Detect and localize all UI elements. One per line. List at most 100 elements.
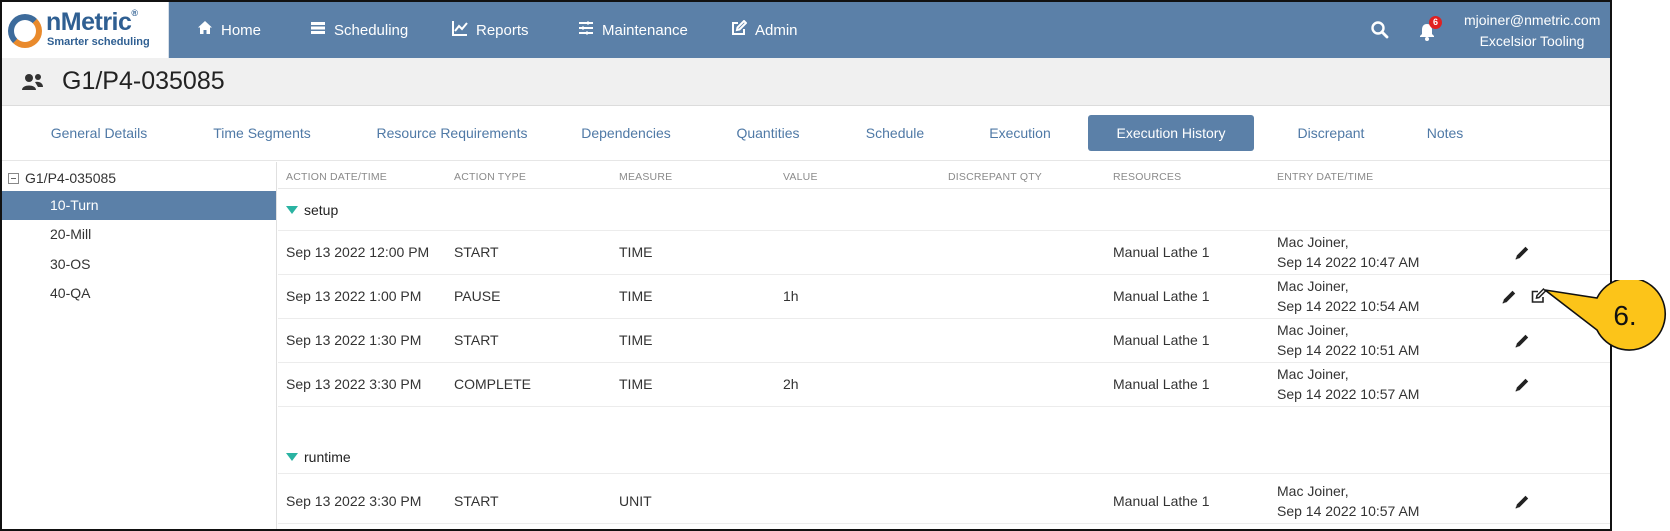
col-header-action-date[interactable]: ACTION DATE/TIME [286, 171, 387, 183]
users-icon [22, 74, 43, 90]
cell-action-type: PAUSE [454, 288, 501, 304]
cell-action-type: START [454, 332, 499, 348]
edit-row-button[interactable] [1513, 376, 1531, 394]
pencil-icon [1502, 290, 1516, 304]
tab-time-segments[interactable]: Time Segments [202, 115, 322, 151]
home-icon [197, 20, 213, 40]
notifications-button[interactable]: 6 [1417, 16, 1443, 42]
cell-entry-user: Mac Joiner, [1277, 322, 1349, 338]
cell-resource: Manual Lathe 1 [1113, 288, 1210, 304]
search-button[interactable] [1370, 20, 1390, 40]
cell-entry-date: Sep 14 2022 10:47 AM [1277, 254, 1420, 270]
cell-action-type: START [454, 493, 499, 509]
cell-value: 1h [783, 288, 799, 304]
tab-notes[interactable]: Notes [1414, 115, 1476, 151]
tab-dependencies[interactable]: Dependencies [572, 115, 680, 151]
table-row[interactable]: Sep 13 2022 12:00 PM START TIME Manual L… [278, 231, 1610, 275]
cell-measure: TIME [619, 332, 653, 348]
table-row[interactable]: Sep 13 2022 1:00 PM PAUSE TIME 1h Manual… [278, 275, 1610, 319]
cell-entry-user: Mac Joiner, [1277, 483, 1349, 499]
cell-action-date: Sep 13 2022 12:00 PM [286, 244, 430, 260]
company-name: Excelsior Tooling [1479, 33, 1585, 49]
cell-entry-user: Mac Joiner, [1277, 234, 1349, 250]
top-nav-bar: nMetric® Smarter scheduling Home Schedul… [2, 2, 1610, 58]
group-row-divider [278, 407, 1610, 474]
col-header-resources[interactable]: RESOURCES [1113, 171, 1181, 183]
edit-row-button[interactable] [1513, 493, 1531, 511]
col-header-action-type[interactable]: ACTION TYPE [454, 171, 526, 183]
cell-entry-date: Sep 14 2022 10:51 AM [1277, 342, 1420, 358]
tree-item-40-qa[interactable]: 40-QA [2, 279, 276, 308]
nav-admin[interactable]: Admin [731, 2, 798, 58]
cell-resource: Manual Lathe 1 [1113, 376, 1210, 392]
nav-home[interactable]: Home [197, 2, 261, 58]
edit-row-button[interactable] [1500, 288, 1518, 306]
header-divider [278, 188, 1610, 189]
col-header-discrepant-qty[interactable]: DISCREPANT QTY [948, 171, 1042, 183]
nav-scheduling-label: Scheduling [334, 21, 409, 39]
pencil-icon [1515, 378, 1529, 392]
table-row[interactable]: Sep 13 2022 3:30 PM COMPLETE TIME 2h Man… [278, 363, 1610, 407]
cell-resource: Manual Lathe 1 [1113, 332, 1210, 348]
title-bar: G1/P4-035085 [2, 58, 1610, 106]
col-header-measure[interactable]: MEASURE [619, 171, 672, 183]
tree-root[interactable]: G1/P4-035085 [8, 168, 116, 188]
user-email[interactable]: mjoiner@nmetric.com [1464, 12, 1600, 28]
cell-action-date: Sep 13 2022 1:00 PM [286, 288, 422, 304]
execution-history-table: ACTION DATE/TIME ACTION TYPE MEASURE VAL… [278, 162, 1610, 529]
nav-reports-label: Reports [476, 21, 529, 39]
tree-item-20-mill[interactable]: 20-Mill [2, 220, 276, 249]
table-row[interactable]: Sep 13 2022 1:30 PM START TIME Manual La… [278, 319, 1610, 363]
search-icon [1371, 21, 1389, 39]
cell-action-type: COMPLETE [454, 376, 532, 392]
nav-home-label: Home [221, 21, 262, 39]
cell-entry-user: Mac Joiner, [1277, 366, 1349, 382]
pencil-icon [1515, 334, 1529, 348]
edit-square-icon [731, 19, 748, 40]
nav-maintenance-label: Maintenance [602, 21, 688, 39]
collapse-icon[interactable] [8, 172, 19, 184]
cell-action-type: START [454, 244, 499, 260]
tab-resource-requirements[interactable]: Resource Requirements [364, 115, 540, 151]
nav-admin-label: Admin [755, 21, 798, 39]
nmetric-logo[interactable]: nMetric® Smarter scheduling [2, 2, 169, 58]
cell-entry-date: Sep 14 2022 10:57 AM [1277, 386, 1420, 402]
group-row-divider [278, 191, 1610, 231]
detail-tabs: General Details Time Segments Resource R… [2, 107, 1610, 161]
edit-row-button[interactable] [1513, 244, 1531, 262]
cell-measure: TIME [619, 244, 653, 260]
app-window: nMetric® Smarter scheduling Home Schedul… [0, 0, 1612, 531]
logo-tagline: Smarter scheduling [47, 36, 150, 48]
tab-schedule[interactable]: Schedule [858, 115, 932, 151]
callout-step-label: 6. [1613, 300, 1637, 331]
tree-item-10-turn[interactable]: 10-Turn [2, 191, 276, 220]
col-header-value[interactable]: VALUE [783, 171, 818, 183]
cell-entry-date: Sep 14 2022 10:57 AM [1277, 503, 1420, 519]
cell-measure: TIME [619, 288, 653, 304]
tree-root-label: G1/P4-035085 [25, 170, 117, 186]
nav-scheduling[interactable]: Scheduling [310, 2, 408, 58]
tab-execution[interactable]: Execution [980, 115, 1060, 151]
notification-badge: 6 [1429, 16, 1442, 29]
page-title: G1/P4-035085 [62, 67, 225, 95]
cell-entry-date: Sep 14 2022 10:54 AM [1277, 298, 1420, 314]
nav-reports[interactable]: Reports [452, 2, 529, 58]
tab-quantities[interactable]: Quantities [722, 115, 814, 151]
pencil-icon [1515, 495, 1529, 509]
cell-action-date: Sep 13 2022 1:30 PM [286, 332, 422, 348]
tree-item-30-os[interactable]: 30-OS [2, 250, 276, 279]
tab-discrepant[interactable]: Discrepant [1284, 115, 1378, 151]
cell-action-date: Sep 13 2022 3:30 PM [286, 376, 422, 392]
line-chart-icon [452, 20, 468, 40]
operations-tree: G1/P4-035085 10-Turn 20-Mill 30-OS 40-QA [2, 162, 277, 529]
tab-execution-history[interactable]: Execution History [1088, 115, 1254, 151]
col-header-entry-date[interactable]: ENTRY DATE/TIME [1277, 171, 1373, 183]
cell-measure: UNIT [619, 493, 652, 509]
edit-row-button[interactable] [1513, 332, 1531, 350]
nav-maintenance[interactable]: Maintenance [578, 2, 688, 58]
cell-resource: Manual Lathe 1 [1113, 493, 1210, 509]
tab-general-details[interactable]: General Details [38, 115, 160, 151]
logo-ring-icon [8, 14, 42, 48]
table-row[interactable]: Sep 13 2022 3:30 PM START UNIT Manual La… [278, 480, 1610, 524]
cell-measure: TIME [619, 376, 653, 392]
